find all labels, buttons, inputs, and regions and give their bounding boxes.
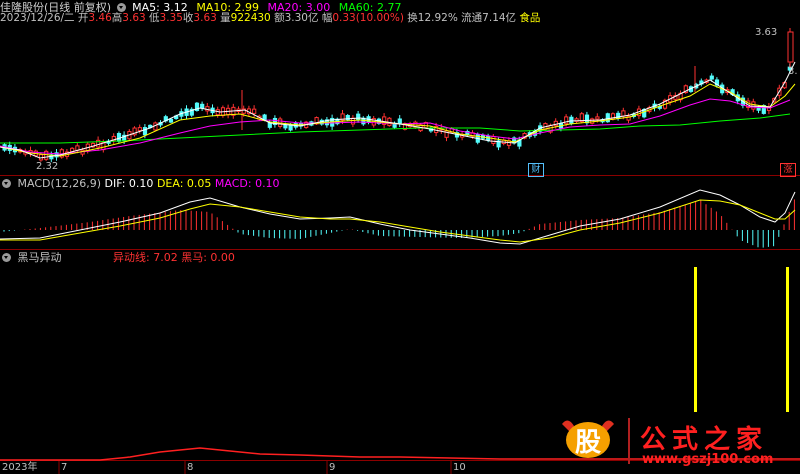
volume-label: 量	[220, 12, 231, 24]
xaxis-label-10: 10	[453, 462, 466, 473]
watermark-brand: 公式之家	[640, 425, 769, 455]
candle-body	[168, 118, 174, 123]
float-value: 7.14亿	[482, 12, 517, 24]
candle-body	[142, 127, 148, 136]
candle-body	[595, 116, 600, 120]
dropdown-circle-icon[interactable]	[2, 179, 11, 188]
candle-body	[350, 117, 356, 125]
change-value: 0.33(10.00%)	[332, 12, 404, 24]
amount-value: 3.30亿	[284, 12, 319, 24]
quote-date: 2023/12/26/二	[0, 12, 75, 24]
candle-body	[491, 136, 496, 144]
high-price-label: 3.63	[755, 27, 778, 38]
macd-histogram	[3, 199, 795, 248]
watermark-logo-icon: 股	[558, 414, 618, 466]
candle-body	[709, 75, 714, 80]
candle-body	[200, 103, 205, 109]
heima-header: 黑马异动	[0, 251, 62, 265]
candle-body	[751, 101, 756, 110]
candle-body	[137, 127, 142, 132]
dea-line	[0, 199, 796, 243]
dif-line	[0, 189, 796, 245]
dea-value: DEA: 0.05	[156, 177, 212, 190]
low-price-label: 2.32	[36, 161, 59, 172]
close-label: 收	[182, 12, 194, 24]
change-label: 幅	[321, 12, 333, 24]
chart-canvas[interactable]	[0, 0, 800, 474]
candle-body	[116, 133, 122, 142]
open-label: 开	[77, 12, 89, 24]
xaxis-label-8: 8	[187, 462, 194, 473]
candlestick-series	[2, 28, 794, 163]
candle-body	[283, 124, 288, 129]
heima-signal-bar	[694, 267, 697, 412]
heima-title[interactable]: 黑马异动	[18, 251, 62, 264]
watermark-url: www.gszj100.com	[642, 452, 774, 467]
dif-value: DIF: 0.10	[104, 177, 154, 190]
limit-up-badge[interactable]: 涨	[780, 163, 796, 177]
right-axis-label: 3.	[788, 66, 798, 77]
xaxis-label-9: 9	[329, 462, 336, 473]
heima-value: 黑马: 0.00	[181, 251, 235, 264]
close-value: 3.63	[193, 12, 217, 24]
high-value: 3.63	[122, 12, 146, 24]
candle-body	[584, 114, 590, 124]
float-label: 流通	[461, 12, 483, 24]
candle-body	[252, 108, 257, 114]
macd-value: MACD: 0.10	[214, 177, 280, 190]
quote-row: 2023/12/26/二 开3.46高3.63 低3.35收3.63 量9224…	[0, 11, 540, 25]
turnover-value: 12.92%	[417, 12, 458, 24]
candle-body	[756, 107, 761, 111]
dropdown-circle-icon[interactable]	[2, 253, 11, 262]
candle-body	[569, 116, 574, 124]
candle-body	[397, 118, 402, 124]
heima-signal-bar	[786, 267, 789, 412]
macd-header: MACD(12,26,9) DIF: 0.10 DEA: 0.05 MACD: …	[0, 177, 280, 191]
candle-body	[356, 113, 361, 121]
low-value: 3.35	[159, 12, 183, 24]
low-label: 低	[149, 12, 160, 24]
high-label: 高	[111, 12, 123, 24]
volume-value: 922430	[230, 12, 271, 24]
candle-body	[590, 118, 595, 124]
xaxis-label-year: 2023年	[2, 462, 38, 473]
candle-body	[787, 31, 794, 63]
open-value: 3.46	[88, 12, 112, 24]
sector-label[interactable]: 食品	[519, 12, 540, 24]
finance-badge[interactable]: 财	[528, 163, 544, 177]
xaxis-label-7: 7	[61, 462, 68, 473]
watermark-logo-text: 股	[574, 428, 601, 458]
turnover-label: 换	[407, 12, 418, 24]
watermark-divider	[628, 418, 630, 464]
amount-label: 额	[274, 12, 285, 24]
macd-title[interactable]: MACD(12,26,9)	[18, 177, 102, 190]
yidong-value: 异动线: 7.02	[113, 251, 178, 264]
heima-values: 异动线: 7.02 黑马: 0.00	[113, 251, 235, 265]
